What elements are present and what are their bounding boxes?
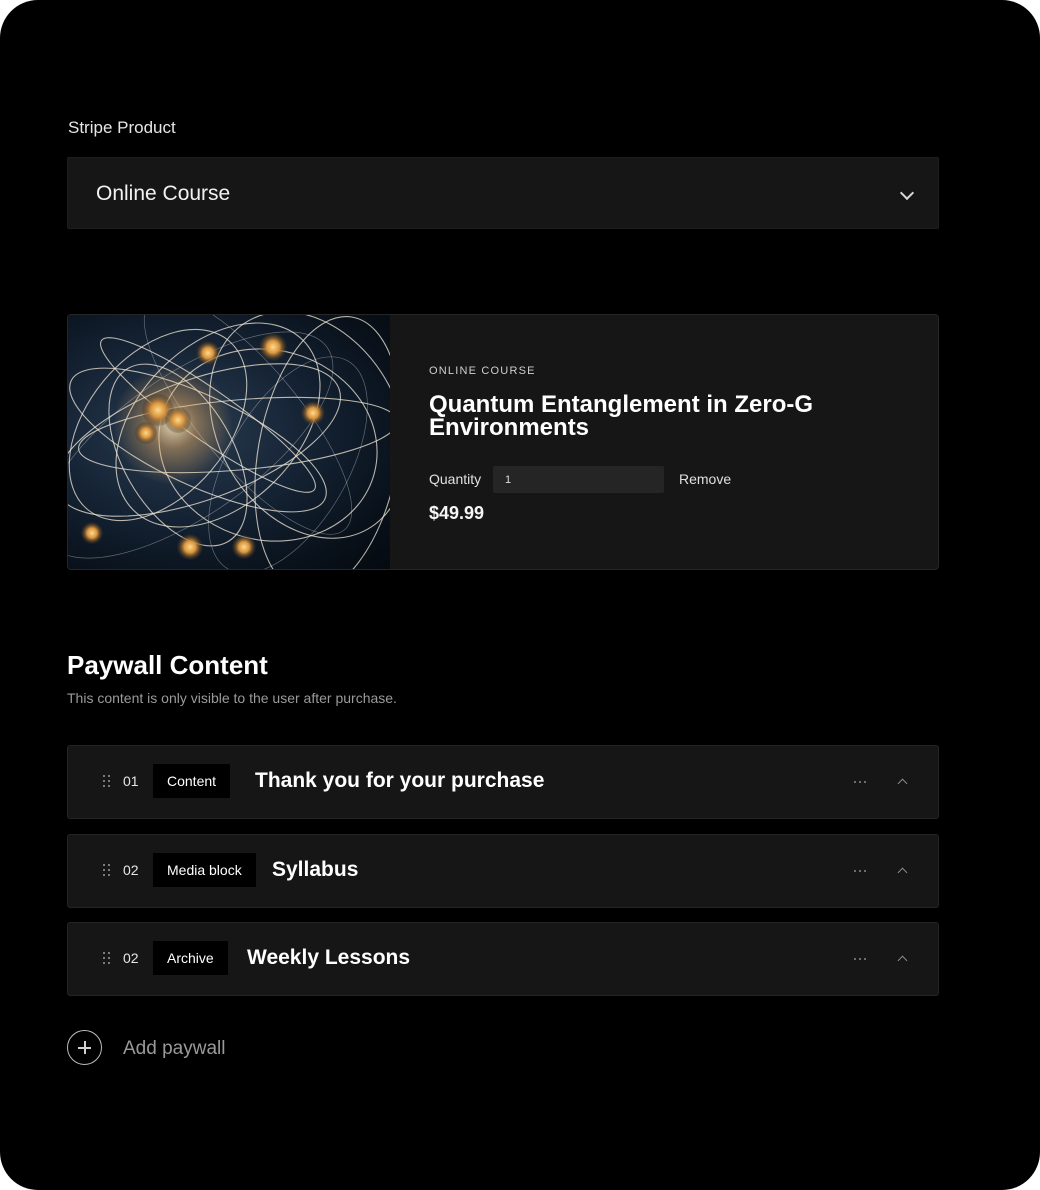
chevron-up-icon[interactable] <box>897 778 908 789</box>
product-card: ONLINE COURSE Quantum Entanglement in Ze… <box>67 314 939 570</box>
chevron-up-icon[interactable] <box>897 955 908 966</box>
editor-panel: Stripe Product Online Course ONLINE COUR… <box>0 0 1040 1190</box>
paywall-item-title: Syllabus <box>272 858 359 881</box>
add-paywall-label: Add paywall <box>123 1038 226 1059</box>
quantity-input[interactable] <box>493 466 664 493</box>
paywall-item-type-badge: Content <box>153 764 231 798</box>
product-type-eyebrow: ONLINE COURSE <box>429 365 536 377</box>
drag-handle-icon[interactable] <box>103 775 111 788</box>
paywall-item[interactable]: 01 Content Thank you for your purchase <box>67 745 939 819</box>
paywall-item[interactable]: 02 Archive Weekly Lessons <box>67 922 939 996</box>
paywall-item-title: Weekly Lessons <box>247 946 411 969</box>
more-horizontal-icon[interactable] <box>854 781 868 784</box>
product-thumbnail <box>68 315 390 569</box>
paywall-item-type-badge: Archive <box>153 941 228 975</box>
more-horizontal-icon[interactable] <box>854 958 868 961</box>
quantum-orbits-image <box>68 315 390 569</box>
chevron-up-icon[interactable] <box>897 867 908 878</box>
paywall-item-number: 02 <box>123 862 139 878</box>
product-price: $49.99 <box>429 503 485 523</box>
stripe-product-label: Stripe Product <box>68 118 176 137</box>
stripe-product-selected-value: Online Course <box>96 182 231 205</box>
paywall-item-number: 02 <box>123 950 139 966</box>
paywall-item-title: Thank you for your purchase <box>255 769 545 792</box>
quantity-label: Quantity <box>429 471 482 487</box>
stripe-product-select[interactable]: Online Course <box>67 157 939 229</box>
drag-handle-icon[interactable] <box>103 864 111 877</box>
more-horizontal-icon[interactable] <box>854 870 868 873</box>
paywall-section-title: Paywall Content <box>67 650 268 680</box>
chevron-down-icon <box>899 185 915 201</box>
remove-button[interactable]: Remove <box>679 471 731 487</box>
paywall-section-subtitle: This content is only visible to the user… <box>67 690 397 706</box>
plus-circle-icon[interactable] <box>67 1030 102 1065</box>
paywall-item-type-badge: Media block <box>153 853 256 887</box>
paywall-item[interactable]: 02 Media block Syllabus <box>67 834 939 908</box>
product-title: Quantum Entanglement in Zero-G Environme… <box>429 391 814 441</box>
paywall-item-number: 01 <box>123 773 139 789</box>
drag-handle-icon[interactable] <box>103 952 111 965</box>
